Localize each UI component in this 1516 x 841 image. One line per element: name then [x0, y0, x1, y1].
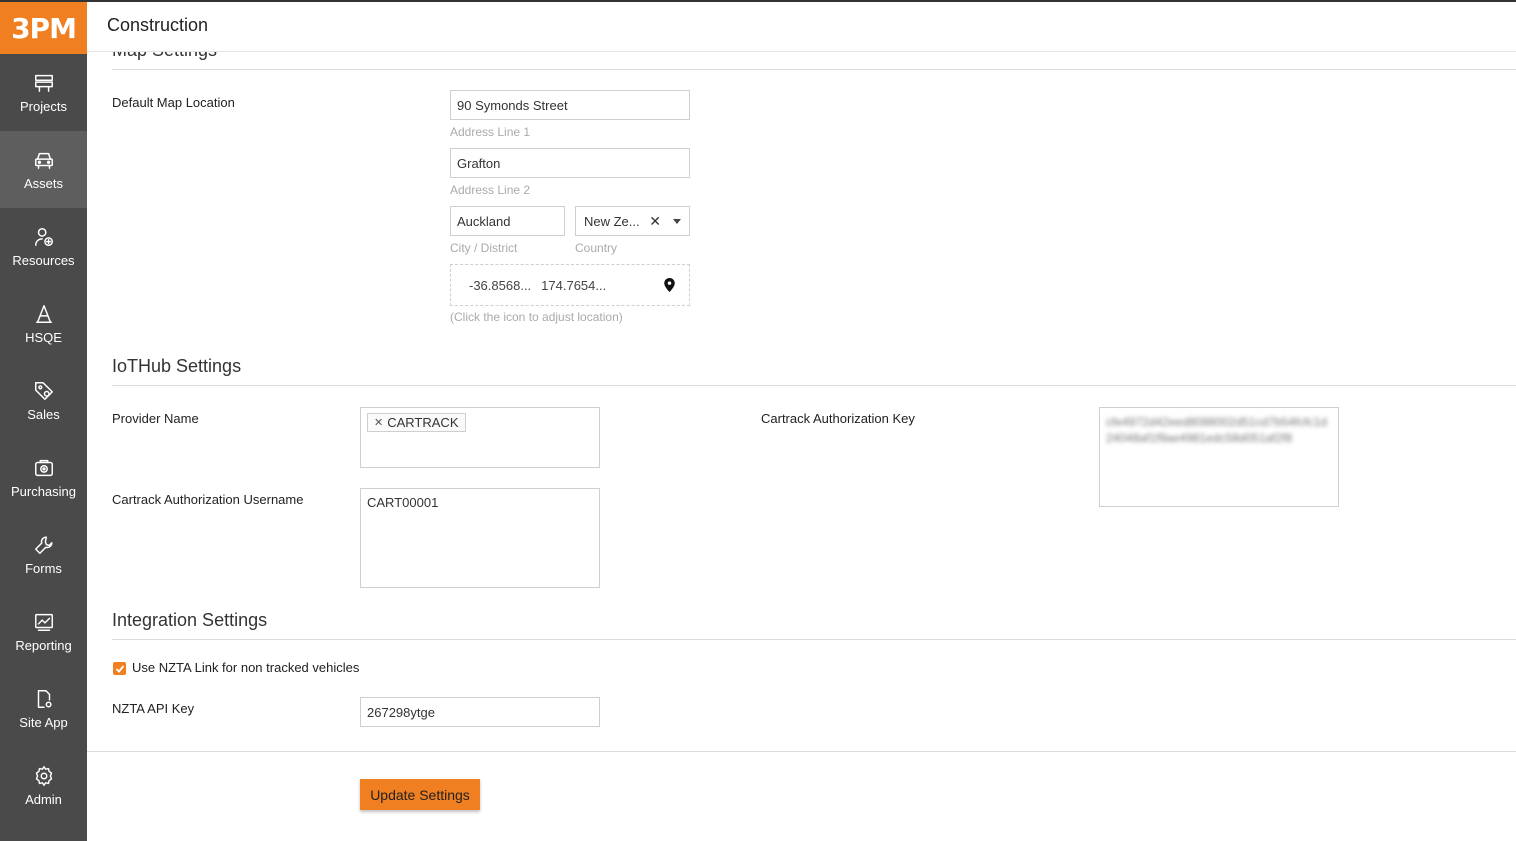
cartrack-key-value: cfe4972d42eed8088002d51cd7b54fcfc1d24048…: [1106, 415, 1327, 445]
remove-tag-icon[interactable]: ✕: [374, 416, 383, 429]
longitude-value: 174.7654...: [541, 277, 607, 293]
sidebar-item-assets[interactable]: Assets: [0, 131, 87, 208]
sidebar-item-label: Forms: [25, 560, 62, 576]
sidebar-item-purchasing[interactable]: Purchasing: [0, 439, 87, 516]
clear-icon[interactable]: ✕: [649, 213, 661, 230]
sidebar-item-sales[interactable]: Sales: [0, 362, 87, 439]
address-line1-input[interactable]: 90 Symonds Street: [450, 90, 690, 120]
nzta-checkbox[interactable]: [113, 662, 126, 675]
chevron-down-icon[interactable]: [673, 218, 681, 224]
provider-name-label: Provider Name: [112, 411, 199, 426]
country-select[interactable]: New Ze... ✕: [575, 206, 690, 236]
provider-tag-label: CARTRACK: [387, 415, 459, 430]
cartrack-key-field[interactable]: cfe4972d42eed8088002d51cd7b54fcfc1d24048…: [1099, 407, 1339, 507]
city-input[interactable]: Auckland: [450, 206, 565, 236]
address-line1-help: Address Line 1: [450, 125, 531, 139]
resources-icon: [34, 227, 53, 246]
latitude-value: -36.8568...: [469, 277, 532, 293]
cartrack-key-label: Cartrack Authorization Key: [761, 411, 915, 426]
integration-settings-heading: Integration Settings: [112, 610, 268, 630]
site-app-icon: [37, 689, 52, 708]
sidebar-item-label: Purchasing: [10, 483, 77, 499]
location-help: (Click the icon to adjust location): [450, 310, 623, 324]
divider: [112, 639, 1516, 640]
update-settings-button[interactable]: Update Settings: [360, 779, 480, 810]
reporting-icon: [34, 613, 53, 631]
nzta-checkbox-label[interactable]: Use NZTA Link for non tracked vehicles: [132, 660, 359, 675]
sidebar-item-site-app[interactable]: Site App: [0, 670, 87, 747]
wrench-icon: [34, 535, 53, 554]
sidebar-item-forms[interactable]: Forms: [0, 516, 87, 593]
nzta-api-key-label: NZTA API Key: [112, 701, 195, 716]
country-help: Country: [575, 241, 618, 255]
sidebar-item-label: Resources: [12, 252, 75, 268]
sidebar-item-label: Site App: [19, 714, 68, 730]
divider: [112, 385, 1516, 386]
sidebar: 3PM Projects Assets Resources HSQE Sales…: [0, 2, 87, 841]
sidebar-item-projects[interactable]: Projects: [0, 54, 87, 131]
app-logo[interactable]: 3PM: [0, 2, 87, 54]
sidebar-item-resources[interactable]: Resources: [0, 208, 87, 285]
sidebar-item-label: Sales: [27, 406, 60, 422]
provider-name-field[interactable]: ✕ CARTRACK: [360, 407, 600, 468]
projects-icon: [34, 74, 53, 92]
car-icon: [34, 152, 53, 169]
map-pin-icon[interactable]: [664, 278, 675, 292]
divider: [112, 69, 1516, 70]
sidebar-item-hsqe[interactable]: HSQE: [0, 285, 87, 362]
page-title: Construction: [107, 15, 209, 35]
sidebar-item-label: Reporting: [15, 637, 72, 653]
city-help: City / District: [450, 241, 518, 255]
address-line2-help: Address Line 2: [450, 183, 531, 197]
sidebar-item-reporting[interactable]: Reporting: [0, 593, 87, 670]
cartrack-username-field[interactable]: CART00001: [360, 488, 600, 588]
check-icon: [115, 664, 124, 673]
purchasing-icon: [34, 459, 53, 476]
iothub-settings-heading: IoTHub Settings: [112, 356, 242, 376]
tag-icon: [34, 381, 53, 400]
provider-tag: ✕ CARTRACK: [367, 413, 466, 432]
coordinates-box: -36.8568... 174.7654...: [450, 264, 690, 306]
default-map-location-label: Default Map Location: [112, 95, 235, 110]
gear-icon: [35, 765, 52, 786]
sidebar-item-label: Admin: [25, 791, 62, 807]
divider: [87, 751, 1516, 752]
top-header: Construction: [87, 2, 1516, 52]
settings-content: Map Settings Default Map Location 90 Sym…: [87, 40, 1516, 841]
address-line2-input[interactable]: Grafton: [450, 148, 690, 178]
hsqe-icon: [35, 304, 52, 323]
logo-text: 3PM: [11, 11, 77, 45]
cartrack-username-label: Cartrack Authorization Username: [112, 492, 304, 507]
nzta-api-key-input[interactable]: 267298ytge: [360, 697, 600, 727]
sidebar-item-label: HSQE: [25, 329, 62, 345]
sidebar-item-label: Assets: [23, 175, 63, 191]
sidebar-item-label: Projects: [20, 98, 67, 114]
sidebar-item-admin[interactable]: Admin: [0, 747, 87, 824]
country-value: New Ze...: [584, 213, 640, 229]
